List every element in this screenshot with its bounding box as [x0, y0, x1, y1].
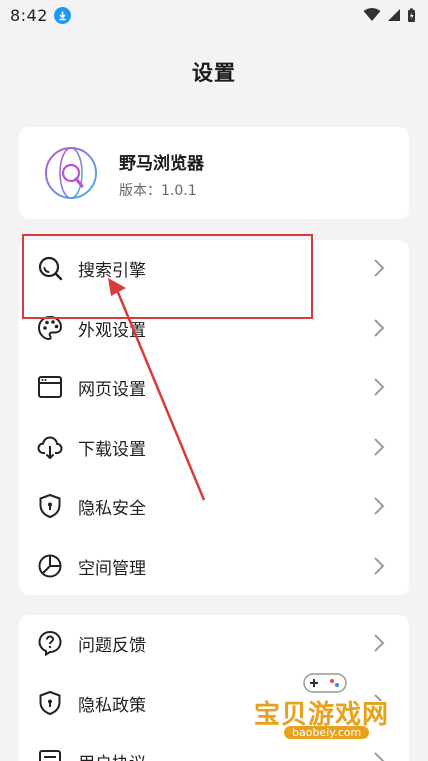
app-logo-icon [45, 147, 97, 199]
app-info-card: 野马浏览器 版本：1.0.1 [19, 127, 409, 219]
shield-lock-icon [37, 690, 63, 716]
menu-label: 隐私安全 [78, 498, 146, 519]
menu-item-storage[interactable]: 空间管理 [19, 538, 409, 594]
menu-item-appearance[interactable]: 外观设置 [19, 300, 409, 356]
download-notification-icon [53, 6, 71, 24]
search-icon [37, 255, 63, 281]
wifi-icon [363, 8, 381, 21]
menu-label: 问题反馈 [78, 635, 146, 656]
status-icons [363, 8, 416, 23]
cloud-download-icon [37, 434, 63, 460]
menu-label: 用户协议 [78, 749, 146, 761]
chevron-right-icon [374, 694, 385, 712]
page-title: 设置 [192, 61, 236, 85]
status-bar: 8:42 [0, 0, 428, 30]
palette-icon [37, 315, 63, 341]
menu-label: 搜索引擎 [78, 260, 146, 281]
menu-item-search-engine[interactable]: 搜索引擎 [19, 240, 409, 296]
question-bubble-icon [37, 630, 63, 656]
chevron-right-icon [374, 497, 385, 515]
menu-label: 外观设置 [78, 320, 146, 341]
app-version: 版本：1.0.1 [119, 183, 197, 199]
chevron-right-icon [374, 634, 385, 652]
settings-menu-group-2: 问题反馈 隐私政策 用户协议 [19, 615, 409, 761]
chevron-right-icon [374, 438, 385, 456]
menu-label: 网页设置 [78, 379, 146, 400]
menu-label: 空间管理 [78, 558, 146, 579]
menu-item-privacy-policy[interactable]: 隐私政策 [19, 675, 409, 731]
shield-lock-icon [37, 493, 63, 519]
pie-chart-icon [37, 553, 63, 579]
chevron-right-icon [374, 319, 385, 337]
app-name: 野马浏览器 [119, 154, 204, 174]
chevron-right-icon [374, 259, 385, 277]
chevron-right-icon [374, 752, 385, 761]
menu-label: 隐私政策 [78, 695, 146, 716]
status-time: 8:42 [10, 5, 48, 25]
battery-icon [408, 8, 415, 22]
menu-item-user-agreement[interactable]: 用户协议 [19, 733, 409, 761]
browser-window-icon [37, 374, 63, 400]
settings-menu-group-1: 搜索引擎 外观设置 网页设置 下载设置 隐私安全 空间管理 [19, 240, 409, 595]
signal-icon [388, 9, 400, 21]
menu-label: 下载设置 [78, 439, 146, 460]
menu-item-webpage[interactable]: 网页设置 [19, 359, 409, 415]
menu-item-download[interactable]: 下载设置 [19, 419, 409, 475]
chevron-right-icon [374, 378, 385, 396]
menu-item-feedback[interactable]: 问题反馈 [19, 615, 409, 671]
chevron-right-icon [374, 557, 385, 575]
menu-item-privacy-security[interactable]: 隐私安全 [19, 478, 409, 534]
document-icon [37, 748, 63, 761]
